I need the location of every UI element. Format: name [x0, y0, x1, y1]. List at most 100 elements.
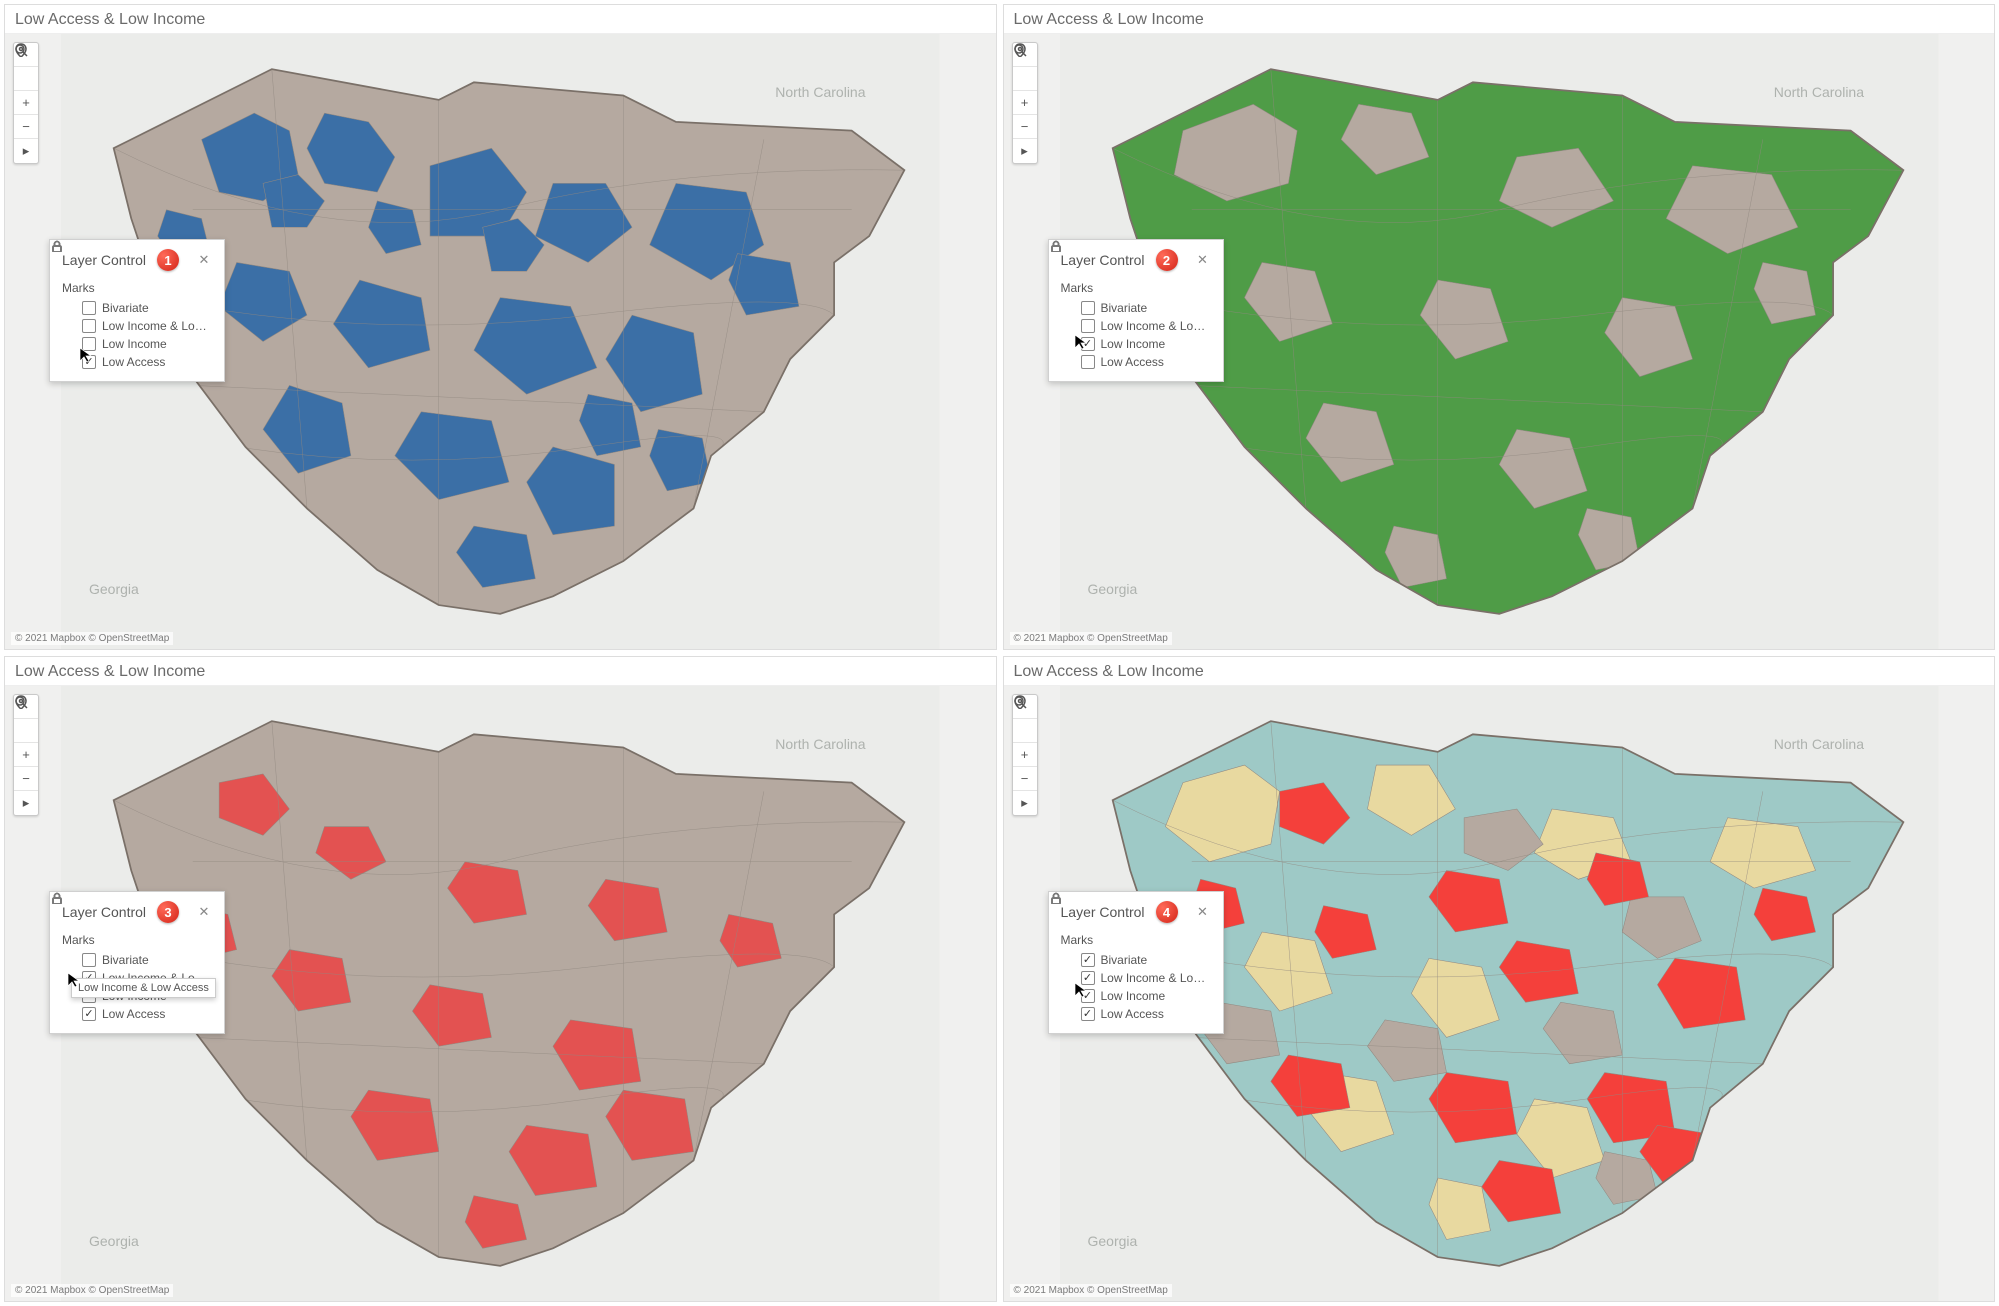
- zoom-out-button[interactable]: −: [14, 115, 38, 139]
- panel-title: Low Access & Low Income: [5, 657, 996, 686]
- layer-label: Low Income: [102, 337, 167, 351]
- layer-label: Low Income: [1101, 337, 1166, 351]
- layer-control-title: Layer Control: [62, 252, 146, 268]
- layer-control[interactable]: Layer Control 2 ✕ Marks Bivariate Low In…: [1048, 239, 1224, 382]
- map-toolbar: + − ▸: [13, 694, 39, 816]
- map-canvas[interactable]: North Carolina Georgia + − ▸ Layer Contr…: [1004, 34, 1995, 649]
- layer-label: Low Access: [1101, 1007, 1164, 1021]
- layer-checkbox[interactable]: [1081, 319, 1095, 333]
- state-label-ga: Georgia: [1088, 1233, 1138, 1249]
- layer-label: Low Access: [1101, 355, 1164, 369]
- layer-control-title: Layer Control: [1061, 904, 1145, 920]
- layer-row-low-access[interactable]: Low Access: [1061, 1005, 1211, 1023]
- layer-label: Bivariate: [1101, 301, 1148, 315]
- marks-heading: Marks: [62, 281, 212, 295]
- layer-label: Low Income & Lo…: [1101, 319, 1206, 333]
- layer-label: Bivariate: [102, 953, 149, 967]
- layer-checkbox[interactable]: [1081, 1007, 1095, 1021]
- panel-title: Low Access & Low Income: [5, 5, 996, 34]
- layer-checkbox[interactable]: [1081, 355, 1095, 369]
- zoom-out-button[interactable]: −: [1013, 115, 1037, 139]
- zoom-out-button[interactable]: −: [14, 767, 38, 791]
- map-attribution: © 2021 Mapbox © OpenStreetMap: [11, 1284, 173, 1297]
- map-panel-2: Low Access & Low Income: [1003, 4, 1996, 650]
- map-toolbar: + − ▸: [1012, 42, 1038, 164]
- map-toolbar: + − ▸: [1012, 694, 1038, 816]
- cursor-icon: [1074, 982, 1090, 998]
- panel-title: Low Access & Low Income: [1004, 5, 1995, 34]
- layer-row-low-income-low-access[interactable]: Low Income & Lo…: [62, 317, 212, 335]
- layer-label: Bivariate: [1101, 953, 1148, 967]
- marks-heading: Marks: [1061, 281, 1211, 295]
- layer-checkbox[interactable]: [82, 319, 96, 333]
- state-label-ga: Georgia: [89, 1233, 139, 1249]
- layer-row-low-access[interactable]: Low Access: [1061, 353, 1211, 371]
- map-attribution: © 2021 Mapbox © OpenStreetMap: [1010, 1284, 1172, 1297]
- locate-button[interactable]: [14, 67, 38, 91]
- layer-checkbox[interactable]: [82, 953, 96, 967]
- step-badge: 1: [157, 249, 179, 271]
- layer-control[interactable]: Layer Control 3 ✕ Marks Bivariate Low In…: [49, 891, 225, 1034]
- state-label-ga: Georgia: [1088, 581, 1138, 597]
- close-icon[interactable]: ✕: [196, 904, 212, 920]
- state-label-nc: North Carolina: [1774, 84, 1864, 100]
- layers-button[interactable]: ▸: [14, 791, 38, 815]
- layer-control-title: Layer Control: [1061, 252, 1145, 268]
- layer-label: Low Income & Lo…: [1101, 971, 1206, 985]
- layer-label: Low Access: [102, 1007, 165, 1021]
- state-label-nc: North Carolina: [1774, 736, 1864, 752]
- zoom-in-button[interactable]: +: [14, 743, 38, 767]
- map-canvas[interactable]: North Carolina Georgia + − ▸ Layer Contr…: [1004, 686, 1995, 1301]
- map-toolbar: + − ▸: [13, 42, 39, 164]
- layers-button[interactable]: ▸: [1013, 791, 1037, 815]
- layer-row-bivariate[interactable]: Bivariate: [1061, 299, 1211, 317]
- layer-control-title: Layer Control: [62, 904, 146, 920]
- map-canvas[interactable]: North Carolina Georgia + − ▸ Layer Contr…: [5, 34, 996, 649]
- layer-checkbox[interactable]: [82, 301, 96, 315]
- layer-row-bivariate[interactable]: Bivariate: [62, 299, 212, 317]
- state-label-nc: North Carolina: [775, 736, 865, 752]
- locate-button[interactable]: [14, 719, 38, 743]
- layer-tooltip: Low Income & Low Access: [71, 978, 216, 998]
- layers-button[interactable]: ▸: [14, 139, 38, 163]
- locate-button[interactable]: [1013, 67, 1037, 91]
- step-badge: 4: [1156, 901, 1178, 923]
- layer-label: Low Income & Lo…: [102, 319, 207, 333]
- marks-heading: Marks: [1061, 933, 1211, 947]
- layer-row-bivariate[interactable]: Bivariate: [1061, 951, 1211, 969]
- state-label-ga: Georgia: [89, 581, 139, 597]
- marks-heading: Marks: [62, 933, 212, 947]
- map-panel-1: Low Access & Low Income: [4, 4, 997, 650]
- cursor-icon: [79, 347, 95, 363]
- layer-checkbox[interactable]: [1081, 953, 1095, 967]
- zoom-in-button[interactable]: +: [1013, 743, 1037, 767]
- map-grid: Low Access & Low Income: [0, 0, 1999, 1306]
- layer-checkbox[interactable]: [82, 1007, 96, 1021]
- state-label-nc: North Carolina: [775, 84, 865, 100]
- layer-control[interactable]: Layer Control 1 ✕ Marks Bivariate Low In…: [49, 239, 225, 382]
- map-attribution: © 2021 Mapbox © OpenStreetMap: [11, 632, 173, 645]
- step-badge: 3: [157, 901, 179, 923]
- step-badge: 2: [1156, 249, 1178, 271]
- close-icon[interactable]: ✕: [1194, 904, 1210, 920]
- layers-button[interactable]: ▸: [1013, 139, 1037, 163]
- cursor-icon: [67, 972, 83, 988]
- layer-label: Low Income: [1101, 989, 1166, 1003]
- layer-row-low-access[interactable]: Low Access: [62, 1005, 212, 1023]
- map-canvas[interactable]: North Carolina Georgia + − ▸ Layer Contr…: [5, 686, 996, 1301]
- layer-row-bivariate[interactable]: Bivariate: [62, 951, 212, 969]
- close-icon[interactable]: ✕: [1194, 252, 1210, 268]
- zoom-out-button[interactable]: −: [1013, 767, 1037, 791]
- layer-row-low-income-low-access[interactable]: Low Income & Lo…: [1061, 317, 1211, 335]
- layer-checkbox[interactable]: [1081, 301, 1095, 315]
- layer-label: Low Access: [102, 355, 165, 369]
- locate-button[interactable]: [1013, 719, 1037, 743]
- close-icon[interactable]: ✕: [196, 252, 212, 268]
- layer-label: Bivariate: [102, 301, 149, 315]
- panel-title: Low Access & Low Income: [1004, 657, 1995, 686]
- zoom-in-button[interactable]: +: [1013, 91, 1037, 115]
- map-panel-4: Low Access & Low Income: [1003, 656, 1996, 1302]
- zoom-in-button[interactable]: +: [14, 91, 38, 115]
- layer-control[interactable]: Layer Control 4 ✕ Marks Bivariate Low In…: [1048, 891, 1224, 1034]
- cursor-icon: [1074, 334, 1090, 350]
